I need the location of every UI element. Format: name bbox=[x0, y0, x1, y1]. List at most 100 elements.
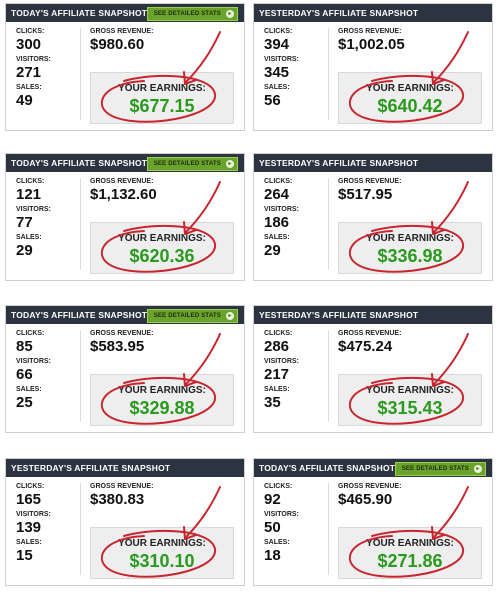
gross-revenue: GROSS REVENUE: $1,132.60 bbox=[90, 178, 157, 204]
panel-header: YESTERDAY'S AFFILIATE SNAPSHOT bbox=[6, 459, 244, 477]
panel-title: YESTERDAY'S AFFILIATE SNAPSHOT bbox=[259, 8, 419, 18]
see-detailed-stats-label: SEE DETAILED STATS bbox=[153, 161, 221, 167]
panel-title: TODAY'S AFFILIATE SNAPSHOT bbox=[259, 463, 396, 473]
gross-revenue: GROSS REVENUE: $1,002.05 bbox=[338, 28, 405, 54]
affiliate-snapshot-panel: TODAY'S AFFILIATE SNAPSHOT SEE DETAILED … bbox=[5, 3, 245, 131]
gross-revenue: GROSS REVENUE: $583.95 bbox=[90, 330, 153, 356]
column-divider bbox=[328, 483, 329, 575]
clicks-value: 394 bbox=[264, 36, 290, 53]
chevron-right-icon: ▸ bbox=[226, 312, 234, 320]
earnings-value: $271.86 bbox=[377, 551, 443, 571]
panel-header: TODAY'S AFFILIATE SNAPSHOT SEE DETAILED … bbox=[6, 306, 244, 324]
panel-header: YESTERDAY'S AFFILIATE SNAPSHOT bbox=[254, 154, 492, 172]
earnings-label: YOUR EARNINGS: bbox=[118, 233, 206, 244]
panel-header: TODAY'S AFFILIATE SNAPSHOT SEE DETAILED … bbox=[254, 459, 492, 477]
sales-value: 29 bbox=[16, 242, 33, 259]
earnings-box: YOUR EARNINGS: $315.43 bbox=[338, 374, 482, 426]
panel-title: YESTERDAY'S AFFILIATE SNAPSHOT bbox=[259, 158, 419, 168]
see-detailed-stats-button[interactable]: SEE DETAILED STATS ▸ bbox=[146, 7, 238, 21]
sales-label: SALES: bbox=[16, 84, 42, 91]
earnings-label: YOUR EARNINGS: bbox=[366, 538, 454, 549]
sales-value: 15 bbox=[16, 547, 33, 564]
panel-header: YESTERDAY'S AFFILIATE SNAPSHOT bbox=[254, 306, 492, 324]
affiliate-snapshot-panel: TODAY'S AFFILIATE SNAPSHOT SEE DETAILED … bbox=[253, 458, 493, 586]
earnings-value: $315.43 bbox=[377, 398, 443, 418]
gross-revenue: GROSS REVENUE: $980.60 bbox=[90, 28, 153, 54]
column-divider bbox=[328, 178, 329, 270]
sales-value: 35 bbox=[264, 394, 281, 411]
visitors-value: 66 bbox=[16, 366, 33, 383]
panel-header: YESTERDAY'S AFFILIATE SNAPSHOT bbox=[254, 4, 492, 22]
column-divider bbox=[80, 330, 81, 422]
earnings-box: YOUR EARNINGS: $310.10 bbox=[90, 527, 234, 579]
earnings-value: $329.88 bbox=[129, 398, 195, 418]
visitors-label: VISITORS: bbox=[264, 511, 299, 518]
earnings-label: YOUR EARNINGS: bbox=[118, 83, 206, 94]
see-detailed-stats-button[interactable]: SEE DETAILED STATS ▸ bbox=[146, 309, 238, 323]
chevron-right-icon: ▸ bbox=[226, 160, 234, 168]
affiliate-snapshot-panel: YESTERDAY'S AFFILIATE SNAPSHOT CLICKS: 3… bbox=[253, 3, 493, 131]
see-detailed-stats-button[interactable]: SEE DETAILED STATS ▸ bbox=[394, 462, 486, 476]
clicks-label: CLICKS: bbox=[264, 483, 293, 490]
gross-revenue-value: $583.95 bbox=[90, 338, 145, 355]
earnings-label: YOUR EARNINGS: bbox=[118, 385, 206, 396]
earnings-value: $620.36 bbox=[129, 246, 195, 266]
panel-title: TODAY'S AFFILIATE SNAPSHOT bbox=[11, 158, 148, 168]
column-divider bbox=[80, 483, 81, 575]
column-divider bbox=[80, 28, 81, 120]
earnings-value: $677.15 bbox=[129, 96, 195, 116]
clicks-label: CLICKS: bbox=[16, 178, 45, 185]
gross-revenue: GROSS REVENUE: $475.24 bbox=[338, 330, 401, 356]
earnings-label: YOUR EARNINGS: bbox=[366, 83, 454, 94]
column-divider bbox=[328, 28, 329, 120]
sales-label: SALES: bbox=[16, 539, 42, 546]
clicks-label: CLICKS: bbox=[16, 483, 45, 490]
gross-revenue-value: $517.95 bbox=[338, 186, 393, 203]
visitors-label: VISITORS: bbox=[16, 358, 51, 365]
visitors-value: 345 bbox=[264, 64, 290, 81]
sales-label: SALES: bbox=[16, 386, 42, 393]
sales-label: SALES: bbox=[264, 539, 290, 546]
stats-column: CLICKS: 394 VISITORS: 345 SALES: 56 bbox=[264, 28, 319, 112]
panel-title: YESTERDAY'S AFFILIATE SNAPSHOT bbox=[259, 310, 419, 320]
gross-revenue-label: GROSS REVENUE: bbox=[338, 483, 402, 490]
clicks-value: 92 bbox=[264, 491, 281, 508]
gross-revenue-label: GROSS REVENUE: bbox=[338, 178, 402, 185]
clicks-label: CLICKS: bbox=[264, 178, 293, 185]
gross-revenue-value: $380.83 bbox=[90, 491, 145, 508]
clicks-value: 264 bbox=[264, 186, 290, 203]
gross-revenue: GROSS REVENUE: $465.90 bbox=[338, 483, 401, 509]
sales-value: 49 bbox=[16, 92, 33, 109]
see-detailed-stats-label: SEE DETAILED STATS bbox=[401, 466, 469, 472]
earnings-value: $336.98 bbox=[377, 246, 443, 266]
visitors-label: VISITORS: bbox=[264, 206, 299, 213]
clicks-value: 121 bbox=[16, 186, 42, 203]
chevron-right-icon: ▸ bbox=[474, 465, 482, 473]
clicks-value: 286 bbox=[264, 338, 290, 355]
stats-column: CLICKS: 165 VISITORS: 139 SALES: 15 bbox=[16, 483, 71, 567]
stats-column: CLICKS: 121 VISITORS: 77 SALES: 29 bbox=[16, 178, 71, 262]
gross-revenue-value: $1,002.05 bbox=[338, 36, 405, 53]
visitors-value: 139 bbox=[16, 519, 42, 536]
gross-revenue-label: GROSS REVENUE: bbox=[90, 483, 154, 490]
panel-title: YESTERDAY'S AFFILIATE SNAPSHOT bbox=[11, 463, 171, 473]
earnings-box: YOUR EARNINGS: $677.15 bbox=[90, 72, 234, 124]
earnings-value: $310.10 bbox=[129, 551, 195, 571]
stats-column: CLICKS: 300 VISITORS: 271 SALES: 49 bbox=[16, 28, 71, 112]
column-divider bbox=[80, 178, 81, 270]
sales-label: SALES: bbox=[264, 386, 290, 393]
affiliate-snapshot-panel: TODAY'S AFFILIATE SNAPSHOT SEE DETAILED … bbox=[5, 305, 245, 433]
sales-label: SALES: bbox=[264, 84, 290, 91]
earnings-label: YOUR EARNINGS: bbox=[366, 385, 454, 396]
earnings-box: YOUR EARNINGS: $620.36 bbox=[90, 222, 234, 274]
gross-revenue-value: $980.60 bbox=[90, 36, 145, 53]
stats-column: CLICKS: 286 VISITORS: 217 SALES: 35 bbox=[264, 330, 319, 414]
sales-value: 29 bbox=[264, 242, 281, 259]
clicks-value: 300 bbox=[16, 36, 42, 53]
gross-revenue-label: GROSS REVENUE: bbox=[90, 178, 154, 185]
panel-title: TODAY'S AFFILIATE SNAPSHOT bbox=[11, 8, 148, 18]
sales-value: 56 bbox=[264, 92, 281, 109]
column-divider bbox=[328, 330, 329, 422]
see-detailed-stats-label: SEE DETAILED STATS bbox=[153, 11, 221, 17]
see-detailed-stats-button[interactable]: SEE DETAILED STATS ▸ bbox=[146, 157, 238, 171]
